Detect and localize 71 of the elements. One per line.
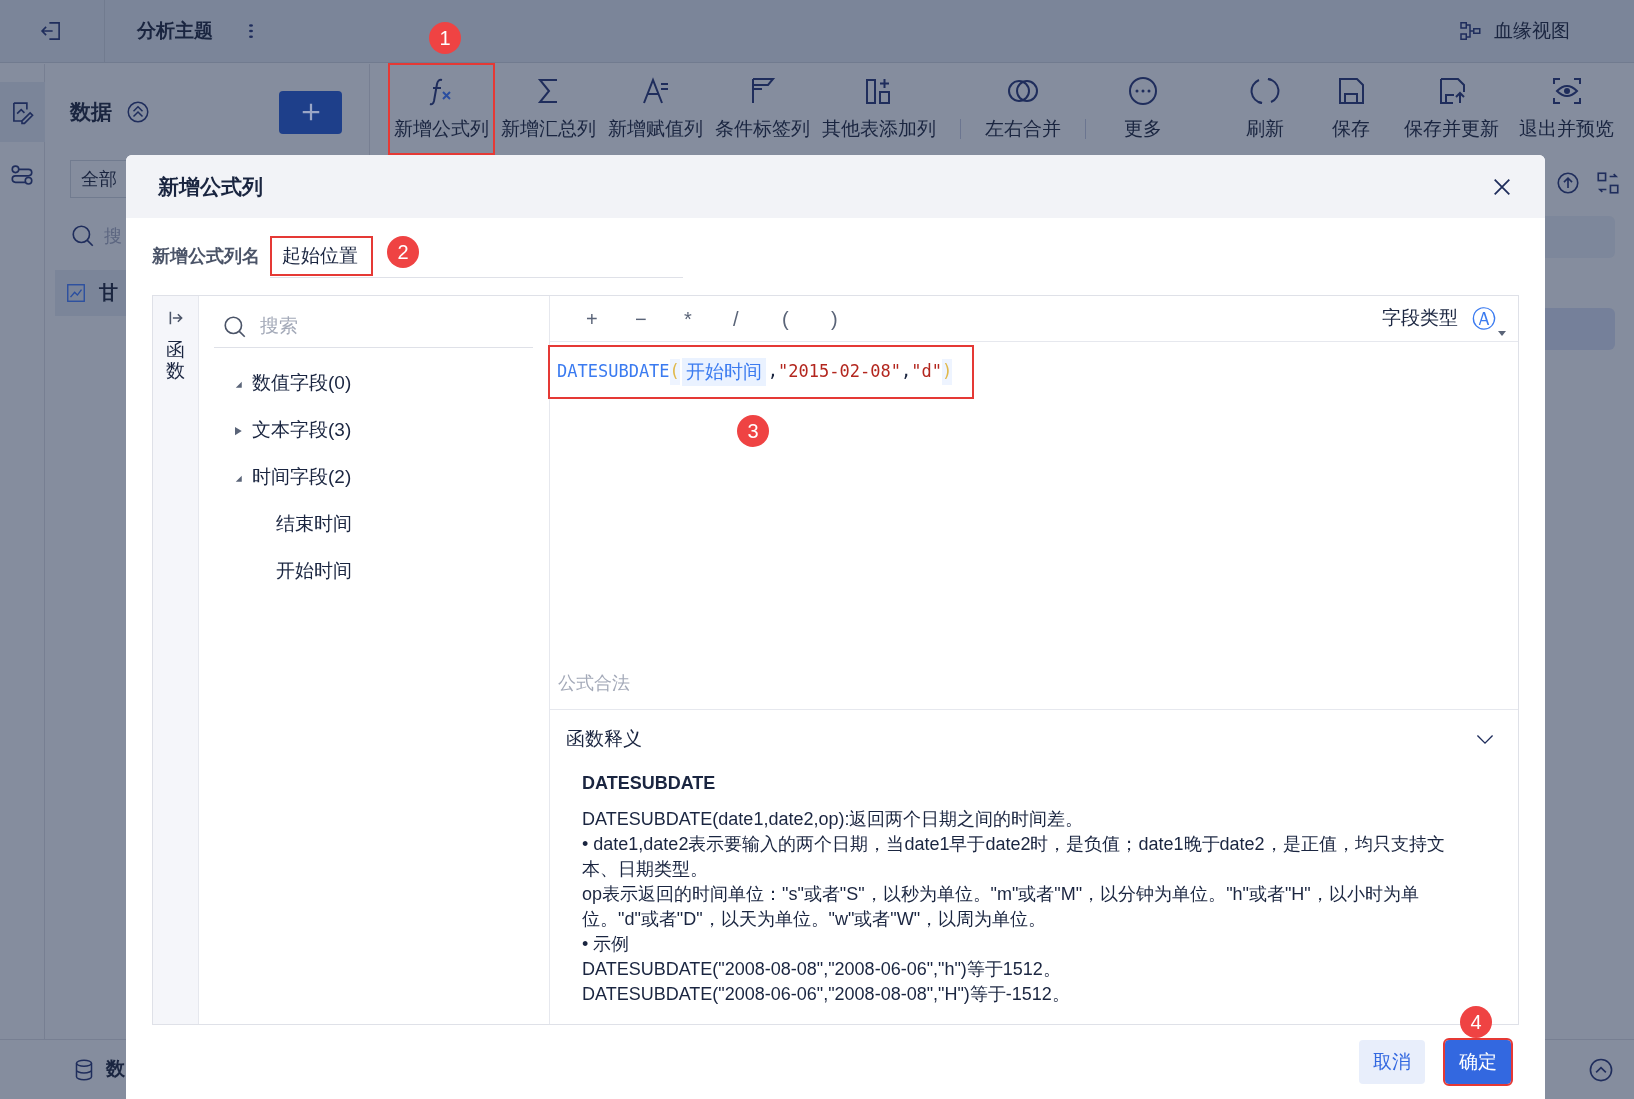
history-icon (1555, 170, 1581, 196)
function-name: DATESUBDATE (582, 772, 717, 795)
flow-icon (9, 162, 35, 188)
formula-token: "d" (911, 360, 942, 384)
chevron-up-icon (1588, 1056, 1614, 1083)
diagram-icon (1458, 19, 1482, 43)
toolbar-button[interactable]: 刷新 (1226, 63, 1304, 155)
chart-icon (65, 282, 87, 304)
page-title: 分析主题 (137, 18, 213, 43)
toolbar-button[interactable]: 保存并更新 (1398, 63, 1505, 155)
dialog-title: 新增公式列 (158, 173, 263, 200)
field-type-dropdown[interactable]: Ⓐ (1472, 303, 1506, 334)
formula-token: , (767, 360, 779, 384)
formula-token: ) (941, 359, 953, 385)
operator-button[interactable]: − (635, 303, 684, 334)
panel-title: 数据 (70, 99, 112, 126)
validation-message: 公式合法 (558, 672, 631, 695)
toolbar-button[interactable]: 条件标签列 (709, 63, 816, 155)
formula-token: ( (669, 359, 680, 385)
toolbar-button[interactable]: 退出并预览 (1513, 63, 1620, 155)
help-text: • date1,date2表示要输入的两个日期，当date1早于date2时，是负值；date1晚于date2，是正值，均只支持文本、日期类型。 (582, 833, 1446, 881)
panel-block (1545, 216, 1615, 258)
help-text: DATESUBDATE("2008-08-08","2008-06-06","h")等于1512。 (582, 958, 1062, 981)
lineage-view-button[interactable]: 血缘视图 (1458, 16, 1570, 46)
operator-button[interactable]: * (684, 303, 733, 334)
search-icon (222, 313, 248, 340)
table-name: 甘 (99, 280, 118, 305)
formula-token: "2015-02-08" (778, 360, 901, 384)
panel-label: 数 (106, 1057, 125, 1082)
side-tab[interactable]: 函数 (153, 296, 199, 1024)
formula-token: , (900, 360, 912, 384)
toolbar-button[interactable]: 左右合并 (979, 63, 1067, 155)
confirm-button[interactable]: 确定 (1445, 1040, 1511, 1084)
search-icon (70, 223, 96, 249)
callout-number: 2 (387, 236, 419, 268)
operator-button[interactable]: ( (782, 303, 831, 334)
help-text: DATESUBDATE(date1,date2,op):返回两个日期之间的时间差。 (582, 808, 1085, 831)
operator-button[interactable]: ) (831, 303, 880, 334)
tree-item[interactable]: 结束时间 (214, 501, 533, 548)
toolbar-button[interactable]: 其他表添加列 (816, 63, 942, 155)
toolbar-button[interactable]: 新增赋值列 (602, 63, 709, 155)
callout-number: 3 (737, 415, 769, 447)
tree-group[interactable]: 数值字段(0) (214, 360, 533, 407)
name-input[interactable]: 起始位置 (270, 236, 373, 276)
formula-editor[interactable]: DATESUBDATE( 开始时间 ,"2015-02-08","d") (548, 345, 975, 399)
tree-group[interactable]: 文本字段(3) (214, 407, 533, 454)
toolbar-button[interactable]: 新增公式列 (388, 63, 495, 155)
add-button[interactable] (279, 90, 342, 134)
collapse-icon (126, 100, 150, 124)
help-section-header[interactable]: 函数释义 (550, 710, 1518, 768)
operator-button[interactable]: + (586, 303, 635, 334)
toolbar-button[interactable]: 保存 (1312, 63, 1390, 155)
more-icon (1127, 74, 1159, 107)
callout-number: 4 (1460, 1006, 1492, 1038)
more-vertical-icon (249, 21, 253, 41)
toolbar-button[interactable]: 更多 (1104, 63, 1182, 155)
tree-item[interactable]: 开始时间 (214, 548, 533, 595)
swap-icon (1595, 170, 1621, 196)
side-tab-label: 函数 (166, 340, 185, 382)
operator-button[interactable]: / (733, 303, 782, 334)
field-token: 开始时间 (681, 357, 766, 387)
field-label: 新增公式列名 (152, 245, 260, 268)
help-text: op表示返回的时间单位："s"或者"S"，以秒为单位。"m"或者"M"，以分钟为单位。"h"或者"H"，以小时为单位。"d"或者"D"，以天为单位。"w"或者"W"，以周为单位。 (582, 883, 1420, 931)
panel-block (1545, 308, 1615, 350)
help-text: DATESUBDATE("2008-06-06","2008-08-08","H")等于-1512。 (582, 983, 1071, 1006)
cancel-button[interactable]: 取消 (1359, 1040, 1425, 1084)
tree-group[interactable]: 时间字段(2) (214, 454, 533, 501)
toolbar-button[interactable]: 新增汇总列 (495, 63, 602, 155)
field-type-label: 字段类型 (1382, 306, 1458, 331)
formula-token: DATESUBDATE (557, 360, 670, 384)
help-text: • 示例 (582, 933, 631, 956)
